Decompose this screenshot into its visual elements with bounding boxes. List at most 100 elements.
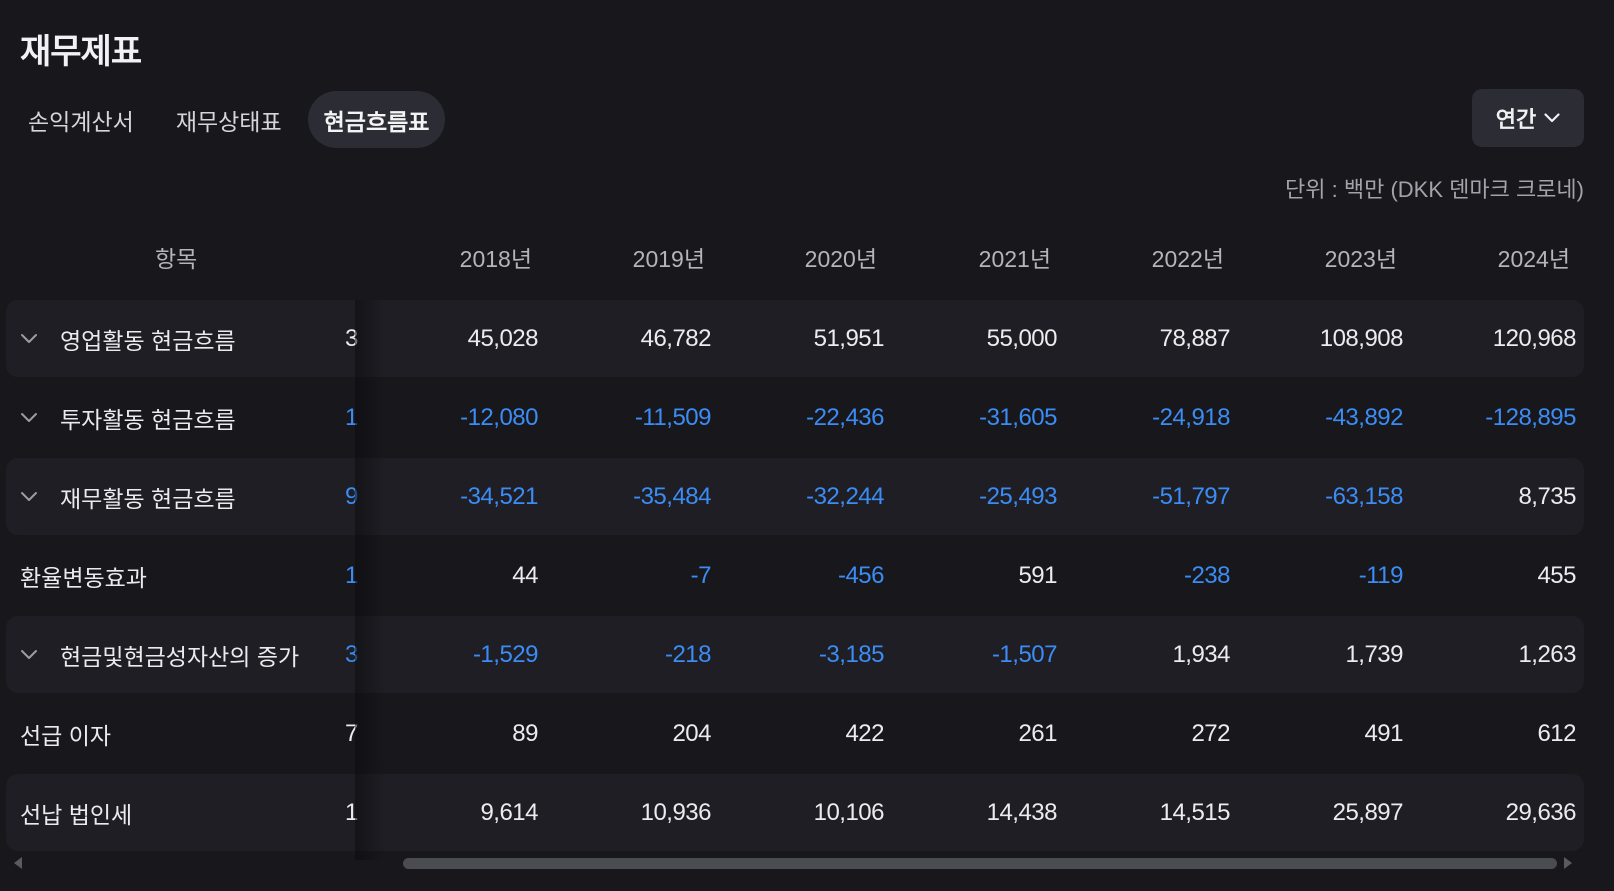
value-cell: -34,521 <box>460 483 538 510</box>
table-row: 환율변동효과 1 44 -7 -456 591 -238 -119 455 <box>6 537 1584 614</box>
row-label-text: 영업활동 현금흐름 <box>60 327 236 354</box>
partial-cell: 7 <box>345 720 359 747</box>
table-header: 항목 2018년 2019년 2020년 2021년 2022년 2023년 2… <box>0 240 1614 276</box>
value-cell: -32,244 <box>806 483 884 510</box>
row-label: 현금및현금성자산의 증가 <box>20 616 299 693</box>
value-cell: -63,158 <box>1325 483 1403 510</box>
value-cell: -128,895 <box>1485 404 1576 431</box>
value-cell: 89 <box>512 720 538 747</box>
value-cell: 14,515 <box>1159 799 1231 826</box>
value-cell: 14,438 <box>986 799 1058 826</box>
row-label: 재무활동 현금흐름 <box>20 458 236 535</box>
year-header: 2024년 <box>1497 246 1570 272</box>
value-cell: -25,493 <box>979 483 1057 510</box>
row-label: 선납 법인세 <box>20 774 132 851</box>
year-header: 2023년 <box>1324 246 1397 272</box>
value-cell: -7 <box>690 562 712 589</box>
row-label-text: 선급 이자 <box>20 722 112 749</box>
value-cell: -43,892 <box>1325 404 1403 431</box>
value-cell: 204 <box>672 720 711 747</box>
value-cell: 10,106 <box>813 799 885 826</box>
tab-cash-flow[interactable]: 현금흐름표 <box>307 91 446 148</box>
row-label-text: 선납 법인세 <box>20 801 133 828</box>
table-row[interactable]: 현금및현금성자산의 증가 3 -1,529 -218 -3,185 -1,507 1,934… <box>6 616 1584 693</box>
year-header: 2021년 <box>978 246 1051 272</box>
value-cell: -3,185 <box>818 641 885 668</box>
row-label: 선급 이자 <box>20 695 111 772</box>
period-select[interactable]: 연간 <box>1472 89 1584 147</box>
year-header: 2019년 <box>632 246 705 272</box>
expand-chevron-icon[interactable] <box>20 649 46 660</box>
row-label: 영업활동 현금흐름 <box>20 300 236 377</box>
chevron-down-icon <box>1544 113 1560 123</box>
value-cell: 78,887 <box>1159 325 1231 352</box>
expand-chevron-icon[interactable] <box>20 491 46 502</box>
value-cell: 10,936 <box>640 799 712 826</box>
row-label: 투자활동 현금흐름 <box>20 379 236 456</box>
table-row: 선급 이자 7 89 204 422 261 272 491 612 <box>6 695 1584 772</box>
value-cell: 272 <box>1191 720 1230 747</box>
value-cell: -1,507 <box>991 641 1058 668</box>
value-cell: -51,797 <box>1152 483 1230 510</box>
row-label-text: 투자활동 현금흐름 <box>60 406 236 433</box>
value-cell: 491 <box>1364 720 1403 747</box>
value-cell: -12,080 <box>460 404 538 431</box>
table-row[interactable]: 영업활동 현금흐름 3 45,028 46,782 51,951 55,000 78,887… <box>6 300 1584 377</box>
row-label-text: 현금및현금성자산의 증가 <box>60 643 300 670</box>
scroll-right-arrow-icon[interactable] <box>1560 855 1576 871</box>
value-cell: 8,735 <box>1518 483 1576 510</box>
value-cell: -238 <box>1183 562 1231 589</box>
year-header: 2022년 <box>1151 246 1224 272</box>
scroll-left-arrow-icon[interactable] <box>10 855 26 871</box>
value-cell: 44 <box>512 562 538 589</box>
value-cell: 591 <box>1018 562 1057 589</box>
tab-income-statement[interactable]: 손익계산서 <box>12 91 150 148</box>
partial-cell: 1 <box>345 562 359 589</box>
row-label: 환율변동효과 <box>20 537 147 614</box>
tab-balance-sheet[interactable]: 재무상태표 <box>160 91 298 148</box>
scrollbar-thumb[interactable] <box>403 858 1557 869</box>
value-cell: -35,484 <box>633 483 711 510</box>
value-cell: -24,918 <box>1152 404 1230 431</box>
partial-cell: 9 <box>345 483 359 510</box>
value-cell: 108,908 <box>1319 325 1404 352</box>
period-label: 연간 <box>1495 107 1537 132</box>
year-header: 2020년 <box>804 246 877 272</box>
partial-cell: 3 <box>345 641 359 668</box>
unit-label: 단위 : 백만 (DKK 덴마크 크로네) <box>1285 177 1584 202</box>
value-cell: 1,739 <box>1345 641 1403 668</box>
table-row[interactable]: 투자활동 현금흐름 1 -12,080 -11,509 -22,436 -31,605 -2… <box>6 379 1584 456</box>
value-cell: 1,934 <box>1172 641 1230 668</box>
value-cell: 1,263 <box>1518 641 1576 668</box>
value-cell: -218 <box>664 641 712 668</box>
page-title: 재무제표 <box>20 33 142 71</box>
value-cell: 261 <box>1018 720 1057 747</box>
year-header: 2018년 <box>459 246 532 272</box>
value-cell: -1,529 <box>472 641 539 668</box>
statement-tabs: 손익계산서 재무상태표 현금흐름표 <box>12 91 455 148</box>
value-cell: 55,000 <box>986 325 1058 352</box>
row-label-text: 환율변동효과 <box>20 564 147 591</box>
value-cell: 29,636 <box>1505 799 1577 826</box>
value-cell: 9,614 <box>480 799 538 826</box>
value-cell: 422 <box>845 720 884 747</box>
value-cell: 612 <box>1537 720 1576 747</box>
row-label-text: 재무활동 현금흐름 <box>60 485 236 512</box>
table-row[interactable]: 재무활동 현금흐름 9 -34,521 -35,484 -32,244 -25,493 -5… <box>6 458 1584 535</box>
value-cell: -119 <box>1358 562 1404 589</box>
expand-chevron-icon[interactable] <box>20 412 46 423</box>
value-cell: -31,605 <box>979 404 1057 431</box>
horizontal-scrollbar[interactable] <box>10 855 1584 871</box>
expand-chevron-icon[interactable] <box>20 333 46 344</box>
value-cell: -22,436 <box>806 404 884 431</box>
value-cell: 46,782 <box>640 325 712 352</box>
partial-cell: 1 <box>345 799 359 826</box>
value-cell: 25,897 <box>1332 799 1404 826</box>
value-cell: 45,028 <box>467 325 539 352</box>
table-row: 선납 법인세 1 9,614 10,936 10,106 14,438 14,515 25,8… <box>6 774 1584 851</box>
value-cell: 455 <box>1537 562 1576 589</box>
value-cell: 51,951 <box>813 325 885 352</box>
value-cell: 120,968 <box>1492 325 1577 352</box>
partial-cell: 1 <box>345 404 359 431</box>
partial-cell: 3 <box>345 325 359 352</box>
